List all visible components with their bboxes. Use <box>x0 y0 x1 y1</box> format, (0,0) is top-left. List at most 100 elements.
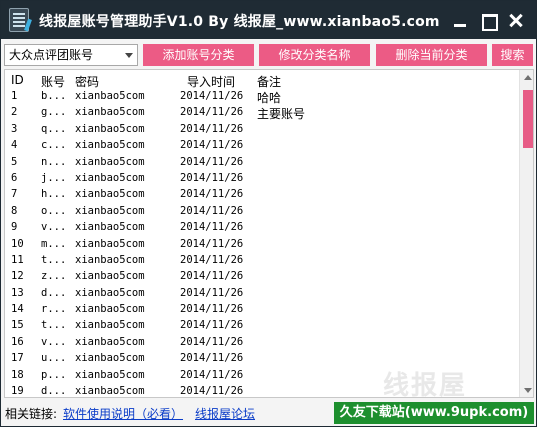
cell-note: 哈哈 <box>257 91 282 105</box>
cell-password: xianbao5com <box>75 385 145 398</box>
cell-import-time: 2014/11/26 <box>180 335 244 348</box>
manual-link[interactable]: 软件使用说明（必看） <box>63 405 183 422</box>
minimize-icon[interactable] <box>449 9 471 31</box>
column-header-note[interactable]: 备注 <box>257 73 281 90</box>
table-row[interactable]: 9 v... xianbao5com 2014/11/26 <box>5 220 517 236</box>
table-row[interactable]: 12 z... xianbao5com 2014/11/26 <box>5 269 517 285</box>
cell-password: xianbao5com <box>75 352 145 365</box>
table-row[interactable]: 1 b... xianbao5com 2014/11/26 哈哈 <box>5 89 517 105</box>
vertical-scrollbar[interactable] <box>519 70 533 397</box>
arrow-up-icon[interactable] <box>524 75 532 80</box>
cell-id: 10 <box>11 237 24 250</box>
cell-password: xianbao5com <box>75 253 145 266</box>
column-header-import-time[interactable]: 导入时间 <box>187 73 235 90</box>
table-row[interactable]: 4 c... xianbao5com 2014/11/26 <box>5 138 517 154</box>
cell-import-time: 2014/11/26 <box>180 90 244 102</box>
cell-id: 18 <box>11 368 24 381</box>
cell-import-time: 2014/11/26 <box>180 352 244 365</box>
table-row[interactable]: 16 v... xianbao5com 2014/11/26 <box>5 335 517 351</box>
cell-id: 2 <box>11 106 18 119</box>
cell-id: 16 <box>11 335 24 348</box>
cell-import-time: 2014/11/26 <box>180 368 244 381</box>
cell-account: c... <box>41 139 67 152</box>
watermark-text: 线报屋 <box>383 371 468 398</box>
cell-id: 15 <box>11 319 24 332</box>
table-row[interactable]: 3 q... xianbao5com 2014/11/26 <box>5 122 517 138</box>
add-category-button[interactable]: 添加账号分类 <box>143 44 254 66</box>
cell-id: 3 <box>11 122 18 135</box>
table-row[interactable]: 2 g... xianbao5com 2014/11/26 主要账号 <box>5 105 517 121</box>
cell-import-time: 2014/11/26 <box>180 221 244 234</box>
cell-import-time: 2014/11/26 <box>180 171 244 184</box>
cell-account: u... <box>41 352 67 365</box>
cell-account: n... <box>41 155 67 168</box>
forum-link[interactable]: 线报屋论坛 <box>195 405 255 422</box>
arrow-down-icon[interactable] <box>524 388 532 393</box>
cell-password: xianbao5com <box>75 270 145 283</box>
cell-password: xianbao5com <box>75 122 145 135</box>
cell-id: 13 <box>11 286 24 299</box>
cell-import-time: 2014/11/26 <box>180 139 244 152</box>
cell-id: 7 <box>11 188 18 201</box>
cell-import-time: 2014/11/26 <box>180 106 244 119</box>
cell-account: d... <box>41 385 67 398</box>
cell-account: g... <box>41 106 67 119</box>
cell-password: xianbao5com <box>75 139 145 152</box>
cell-account: z... <box>41 270 67 283</box>
table-row[interactable]: 7 h... xianbao5com 2014/11/26 <box>5 187 517 203</box>
column-header-account[interactable]: 账号 <box>41 73 65 90</box>
cell-password: xianbao5com <box>75 319 145 332</box>
table-row[interactable]: 8 o... xianbao5com 2014/11/26 <box>5 204 517 220</box>
window-title: 线报屋账号管理助手V1.0 By 线报屋_www.xianbao5.com <box>39 14 440 30</box>
cell-import-time: 2014/11/26 <box>180 270 244 283</box>
cell-password: xianbao5com <box>75 204 145 217</box>
rename-category-button[interactable]: 修改分类名称 <box>259 44 370 66</box>
table-row[interactable]: 6 j... xianbao5com 2014/11/26 <box>5 171 517 187</box>
cell-account: v... <box>41 221 67 234</box>
cell-account: t... <box>41 253 67 266</box>
notepad-pen-icon <box>9 8 29 32</box>
table-row[interactable]: 13 d... xianbao5com 2014/11/26 <box>5 286 517 302</box>
category-select[interactable]: 大众点评团账号 <box>4 44 138 66</box>
cell-id: 1 <box>11 90 18 102</box>
cell-password: xianbao5com <box>75 335 145 348</box>
cell-id: 12 <box>11 270 24 283</box>
table-row[interactable]: 5 n... xianbao5com 2014/11/26 <box>5 155 517 171</box>
cell-password: xianbao5com <box>75 155 145 168</box>
column-header-id[interactable]: ID <box>11 73 24 87</box>
scrollbar-thumb[interactable] <box>523 90 533 148</box>
cell-id: 5 <box>11 155 18 168</box>
cell-import-time: 2014/11/26 <box>180 319 244 332</box>
cell-account: r... <box>41 303 67 316</box>
title-bar[interactable]: 线报屋账号管理助手V1.0 By 线报屋_www.xianbao5.com <box>1 1 536 39</box>
cell-password: xianbao5com <box>75 171 145 184</box>
cell-import-time: 2014/11/26 <box>180 286 244 299</box>
table-row[interactable]: 14 r... xianbao5com 2014/11/26 <box>5 302 517 318</box>
cell-password: xianbao5com <box>75 286 145 299</box>
cell-import-time: 2014/11/26 <box>180 155 244 168</box>
close-icon[interactable] <box>505 9 527 31</box>
cell-id: 11 <box>11 253 24 266</box>
related-links-label: 相关链接: <box>5 407 58 421</box>
table-row[interactable]: 10 m... xianbao5com 2014/11/26 <box>5 237 517 253</box>
cell-account: p... <box>41 368 67 381</box>
maximize-icon[interactable] <box>477 9 499 31</box>
cell-id: 8 <box>11 204 18 217</box>
account-list[interactable]: ID 账号 密码 导入时间 备注 1 b... xianbao5com 2014/11… <box>4 69 534 398</box>
table-body: 1 b... xianbao5com 2014/11/26 哈哈 2 g... xianbao… <box>5 89 517 398</box>
cell-account: o... <box>41 204 67 217</box>
search-button[interactable]: 搜索 <box>492 44 533 66</box>
cell-account: d... <box>41 286 67 299</box>
delete-category-button[interactable]: 删除当前分类 <box>376 44 487 66</box>
cell-import-time: 2014/11/26 <box>180 204 244 217</box>
footer: 相关链接: 软件使用说明（必看） 线报屋论坛 久友下载站(www.9upk.co… <box>1 399 536 426</box>
cell-import-time: 2014/11/26 <box>180 253 244 266</box>
cell-account: v... <box>41 335 67 348</box>
table-row[interactable]: 11 t... xianbao5com 2014/11/26 <box>5 253 517 269</box>
table-row[interactable]: 15 t... xianbao5com 2014/11/26 <box>5 318 517 334</box>
cell-account: b... <box>41 90 67 102</box>
column-header-password[interactable]: 密码 <box>75 73 99 90</box>
cell-id: 6 <box>11 171 18 184</box>
download-site-badge: 久友下载站(www.9upk.com) <box>334 402 534 424</box>
cell-account: h... <box>41 188 67 201</box>
